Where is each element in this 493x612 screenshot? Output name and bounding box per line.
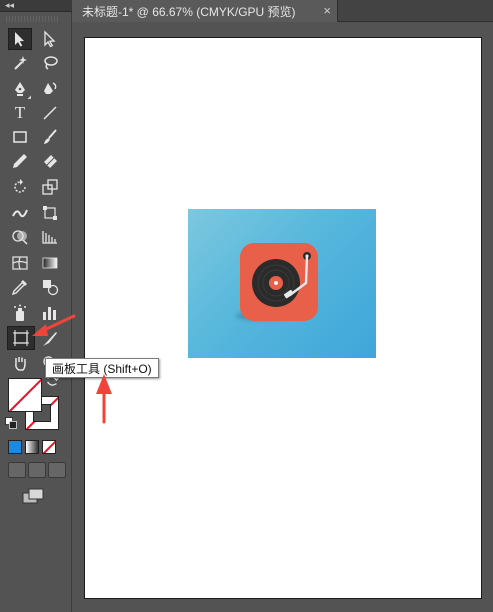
annotation-arrow-icon	[32, 314, 76, 336]
collapse-panel-icon[interactable]: ◂◂	[5, 0, 14, 10]
none-indicator	[9, 379, 41, 411]
annotation-arrow-icon	[96, 374, 112, 424]
tools-panel: ◂◂ T	[0, 0, 72, 612]
rectangle-tool-icon[interactable]	[8, 126, 32, 148]
document-tab[interactable]: 未标题-1* @ 66.67% (CMYK/GPU 预览) ×	[72, 0, 338, 22]
tools-panel-header: ◂◂	[0, 0, 72, 12]
free-transform-tool-icon[interactable]	[38, 202, 62, 224]
color-mode-icon[interactable]	[8, 440, 22, 454]
draw-mode-buttons	[8, 462, 66, 480]
paintbrush-tool-icon[interactable]	[38, 126, 62, 148]
direct-selection-tool-icon[interactable]	[38, 28, 62, 50]
selection-tool-icon[interactable]	[8, 28, 32, 50]
change-screen-mode-icon[interactable]	[22, 488, 46, 506]
curvature-pen-tool-icon[interactable]	[38, 78, 62, 100]
pen-tool-icon[interactable]	[8, 78, 32, 100]
eraser-tool-icon[interactable]	[38, 150, 62, 172]
illustrator-window: ◂◂ T 未标题-1* @ 66.67% (CMYK/GPU 预览) × 画板工…	[0, 0, 493, 612]
gradient-mode-icon[interactable]	[25, 440, 39, 454]
default-fill-stroke-icon[interactable]	[4, 416, 18, 430]
lasso-tool-icon[interactable]	[38, 52, 62, 74]
record-player-icon[interactable]	[240, 243, 318, 321]
none-mode-icon[interactable]	[42, 440, 56, 454]
eyedropper-tool-icon[interactable]	[8, 276, 32, 298]
line-segment-tool-icon[interactable]	[38, 102, 62, 124]
scale-tool-icon[interactable]	[38, 176, 62, 198]
draw-inside-icon[interactable]	[48, 462, 66, 478]
width-tool-icon[interactable]	[8, 202, 32, 224]
blend-tool-icon[interactable]	[38, 276, 62, 298]
close-tab-icon[interactable]: ×	[323, 3, 331, 18]
panel-grip[interactable]	[6, 16, 58, 22]
hand-tool-icon[interactable]	[8, 352, 32, 374]
mesh-tool-icon[interactable]	[8, 252, 32, 274]
draw-behind-icon[interactable]	[28, 462, 46, 478]
magic-wand-tool-icon[interactable]	[8, 52, 32, 74]
shape-builder-tool-icon[interactable]	[8, 226, 32, 248]
type-tool-glyph: T	[14, 103, 26, 122]
draw-normal-icon[interactable]	[8, 462, 26, 478]
fill-swatch[interactable]	[8, 378, 42, 412]
color-mode-buttons	[8, 440, 56, 454]
gradient-tool-icon[interactable]	[38, 252, 62, 274]
perspective-grid-tool-icon[interactable]	[38, 226, 62, 248]
type-tool-icon[interactable]: T	[8, 102, 32, 124]
document-tab-bar: 未标题-1* @ 66.67% (CMYK/GPU 预览) ×	[72, 0, 493, 22]
pencil-tool-icon[interactable]	[8, 150, 32, 172]
document-tab-title: 未标题-1* @ 66.67% (CMYK/GPU 预览)	[82, 4, 296, 19]
rotate-tool-icon[interactable]	[8, 176, 32, 198]
